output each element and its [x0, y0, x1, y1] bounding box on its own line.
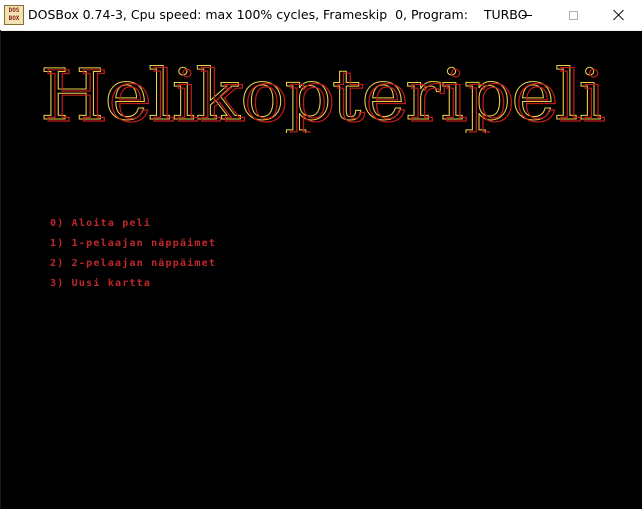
minimize-icon — [522, 14, 532, 16]
maximize-button[interactable] — [550, 0, 596, 30]
dosbox-window: DOS BOX DOSBox 0.74-3, Cpu speed: max 10… — [0, 0, 642, 509]
maximize-icon — [568, 10, 578, 20]
menu-item-player1-keys[interactable]: 1) 1-pelaajan näppäimet — [50, 234, 216, 254]
main-menu: 0) Aloita peli 1) 1-pelaajan näppäimet 2… — [50, 214, 216, 294]
close-button[interactable] — [596, 0, 642, 30]
title-bar[interactable]: DOS BOX DOSBox 0.74-3, Cpu speed: max 10… — [0, 0, 642, 31]
window-title: DOSBox 0.74-3, Cpu speed: max 100% cycle… — [28, 7, 528, 22]
menu-item-player2-keys[interactable]: 2) 2-pelaajan näppäimet — [50, 254, 216, 274]
menu-item-start-game[interactable]: 0) Aloita peli — [50, 214, 216, 234]
menu-item-new-map[interactable]: 3) Uusi kartta — [50, 274, 216, 294]
game-title: Helikopteripeli Helikopteripeli — [40, 54, 607, 134]
minimize-button[interactable] — [504, 0, 550, 30]
window-left-border — [0, 30, 1, 509]
game-screen[interactable]: Helikopteripeli Helikopteripeli 0) Aloit… — [0, 31, 642, 509]
close-icon — [613, 9, 625, 21]
game-title-text: Helikopteripeli — [44, 56, 606, 133]
app-icon-label: DOS BOX — [8, 7, 20, 22]
dosbox-app-icon[interactable]: DOS BOX — [4, 5, 24, 25]
